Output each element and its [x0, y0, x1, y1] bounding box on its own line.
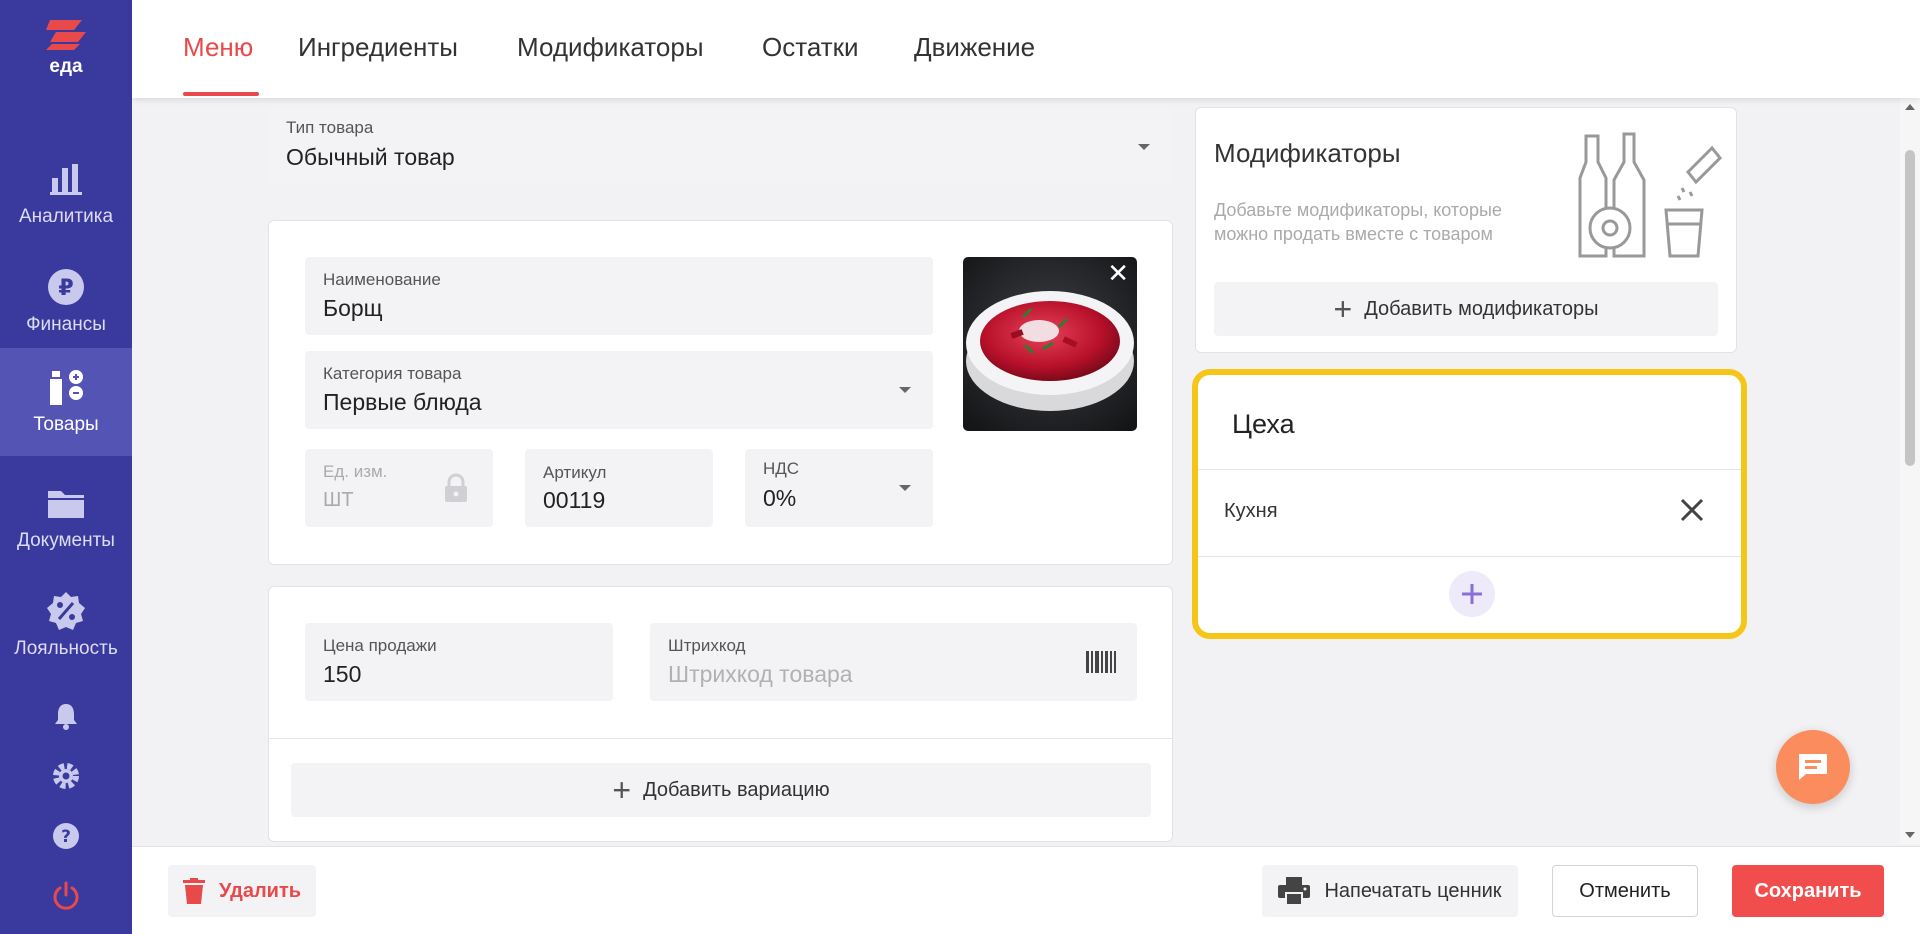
sku-value: 00119	[543, 487, 606, 513]
chat-button[interactable]	[1776, 730, 1850, 804]
product-image[interactable]: ✕	[963, 257, 1137, 431]
add-variation-button[interactable]: + Добавить вариацию	[291, 763, 1151, 817]
delete-button[interactable]: Удалить	[168, 865, 316, 917]
discount-icon	[45, 590, 87, 632]
plus-icon	[1462, 584, 1482, 604]
chevron-down-icon	[899, 387, 911, 393]
category-select[interactable]: Категория товара Первые блюда	[305, 351, 933, 429]
product-type-label: Тип товара	[286, 118, 374, 137]
plus-icon: +	[1333, 291, 1353, 327]
workshops-title: Цеха	[1232, 409, 1295, 439]
tab-modifiers[interactable]: Модификаторы	[517, 32, 704, 63]
sidebar-item-label: Документы	[17, 530, 115, 551]
modifiers-card: Модификаторы Добавьте модификаторы, кото…	[1195, 107, 1737, 353]
brand-name: еда	[49, 56, 83, 77]
ruble-icon: ₽	[45, 266, 87, 308]
bottles-illustration-icon	[1574, 132, 1724, 267]
vat-value: 0%	[763, 485, 797, 511]
print-price-tag-button[interactable]: Напечатать ценник	[1262, 865, 1518, 917]
product-type-select[interactable]: Тип товара Обычный товар	[268, 108, 1172, 184]
product-type-value: Обычный товар	[286, 144, 455, 170]
add-modifiers-button[interactable]: + Добавить модификаторы	[1214, 282, 1718, 336]
workshop-item-label: Кухня	[1224, 500, 1278, 522]
workshop-item: Кухня	[1198, 470, 1741, 556]
add-workshop-button[interactable]	[1449, 571, 1495, 617]
sidebar-item-loyalty[interactable]: Лояльность	[0, 572, 132, 680]
category-value: Первые блюда	[323, 389, 482, 415]
tab-stock[interactable]: Остатки	[762, 32, 859, 63]
price-field[interactable]: Цена продажи 150	[305, 623, 613, 701]
sidebar: еда Аналитика ₽ Финансы Товары Документы…	[0, 0, 132, 934]
unit-field: Ед. изм. ШТ	[305, 449, 493, 527]
folder-icon	[45, 482, 87, 524]
scroll-down-icon[interactable]	[1905, 832, 1915, 838]
sidebar-item-analytics[interactable]: Аналитика	[0, 140, 132, 248]
name-label: Наименование	[323, 270, 441, 289]
vat-select[interactable]: НДС 0%	[745, 449, 933, 527]
vat-label: НДС	[763, 459, 800, 478]
delete-label: Удалить	[218, 879, 302, 902]
print-label: Напечатать ценник	[1324, 879, 1502, 902]
barcode-placeholder: Штрихкод товара	[668, 661, 853, 687]
price-value: 150	[323, 661, 362, 687]
product-info-card: Наименование Борщ Категория товара Первы…	[268, 220, 1173, 565]
chat-icon	[1799, 754, 1827, 780]
active-tab-indicator	[183, 92, 259, 96]
divider	[1198, 556, 1741, 557]
brand-logo[interactable]: еда	[0, 18, 132, 78]
barcode-label: Штрихкод	[668, 636, 746, 655]
bar-chart-icon	[45, 158, 87, 200]
plus-icon: +	[612, 772, 632, 808]
svg-text:₽: ₽	[58, 276, 73, 301]
category-label: Категория товара	[323, 364, 462, 383]
modifiers-description: Добавьте модификаторы, которые можно про…	[1214, 200, 1502, 244]
brand-icon	[46, 20, 86, 50]
tab-menu[interactable]: Меню	[183, 32, 253, 63]
sidebar-item-products[interactable]: Товары	[0, 348, 132, 456]
cancel-button[interactable]: Отменить	[1552, 865, 1698, 917]
price-card: Цена продажи 150 Штрихкод Штрихкод товар…	[268, 586, 1173, 842]
bottom-action-bar: Удалить Напечатать ценник Отменить Сохра…	[132, 846, 1920, 934]
scroll-thumb[interactable]	[1905, 150, 1915, 466]
unit-value: ШТ	[323, 489, 354, 511]
unit-label: Ед. изм.	[323, 462, 388, 481]
barcode-icon[interactable]	[1086, 651, 1116, 678]
lock-icon	[443, 473, 469, 508]
svg-text:?: ?	[61, 827, 71, 847]
add-variation-label: Добавить вариацию	[643, 778, 830, 801]
name-value: Борщ	[323, 295, 383, 321]
help-icon[interactable]: ?	[46, 816, 86, 856]
bell-icon[interactable]	[46, 696, 86, 736]
sku-field[interactable]: Артикул 00119	[525, 449, 713, 527]
add-modifiers-label: Добавить модификаторы	[1364, 297, 1599, 320]
scroll-up-icon[interactable]	[1905, 104, 1915, 110]
remove-image-icon[interactable]: ✕	[1107, 261, 1129, 287]
barcode-field[interactable]: Штрихкод Штрихкод товара	[650, 623, 1137, 701]
sidebar-item-finance[interactable]: ₽ Финансы	[0, 248, 132, 356]
name-field[interactable]: Наименование Борщ	[305, 257, 933, 335]
sidebar-item-label: Финансы	[26, 314, 106, 335]
price-label: Цена продажи	[323, 636, 437, 655]
remove-workshop-icon[interactable]	[1678, 496, 1706, 529]
divider	[269, 738, 1172, 739]
tab-movement[interactable]: Движение	[914, 32, 1035, 63]
sku-label: Артикул	[543, 463, 607, 482]
sidebar-item-documents[interactable]: Документы	[0, 464, 132, 572]
modifiers-title: Модификаторы	[1214, 138, 1401, 168]
save-button[interactable]: Сохранить	[1732, 865, 1884, 917]
gear-icon[interactable]	[46, 756, 86, 796]
sidebar-item-label: Лояльность	[14, 638, 118, 659]
chevron-down-icon	[899, 485, 911, 491]
workshops-card: Цеха Кухня	[1192, 369, 1747, 639]
tab-ingredients[interactable]: Ингредиенты	[298, 32, 458, 63]
sidebar-item-label: Аналитика	[18, 206, 114, 227]
chevron-down-icon	[1138, 144, 1150, 150]
trash-icon	[182, 878, 205, 904]
top-tabs: Меню Ингредиенты Модификаторы Остатки Дв…	[132, 0, 1920, 98]
vertical-scrollbar[interactable]	[1900, 98, 1920, 844]
printer-icon	[1278, 877, 1311, 905]
power-icon[interactable]	[46, 876, 86, 916]
products-icon	[45, 366, 87, 408]
sidebar-item-label: Товары	[33, 414, 99, 435]
